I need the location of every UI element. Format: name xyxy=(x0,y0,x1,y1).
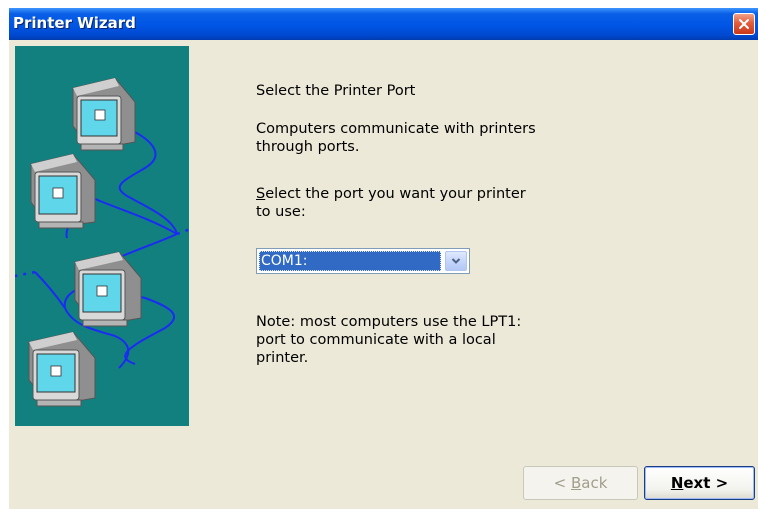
dropdown-button[interactable] xyxy=(445,251,467,271)
description-line: Computers communicate with printers xyxy=(256,121,536,137)
prompt-line: to use: xyxy=(256,204,306,220)
next-button[interactable]: Next > xyxy=(644,466,755,500)
back-button-accelerator: B xyxy=(570,474,582,492)
note-line: Note: most computers use the LPT1: xyxy=(256,314,522,330)
network-diagram xyxy=(14,77,194,407)
computer-icon xyxy=(72,77,136,151)
close-icon xyxy=(739,19,749,29)
prompt-accelerator: S xyxy=(256,186,266,202)
description-line: through ports. xyxy=(256,139,360,155)
close-button[interactable] xyxy=(733,13,755,35)
computer-icon xyxy=(74,251,142,327)
prompt-line: Select the port you want your printer xyxy=(256,185,526,203)
chevron-down-icon xyxy=(451,258,461,264)
note-text: Note: most computers use the LPT1: port … xyxy=(256,313,521,367)
back-button-prefix: < xyxy=(553,474,571,492)
back-button[interactable]: < Back xyxy=(523,466,638,500)
printer-wizard-window: Printer Wizard Select the Printer Port C… xyxy=(9,8,758,509)
page-heading: Select the Printer Port xyxy=(256,83,416,99)
next-button-accelerator: N xyxy=(670,474,684,492)
window-title: Printer Wizard xyxy=(13,14,136,32)
description-text: Computers communicate with printers thro… xyxy=(256,120,536,156)
next-button-label: ext > xyxy=(683,474,729,492)
title-bar[interactable]: Printer Wizard xyxy=(9,8,758,40)
computer-icon xyxy=(30,153,96,229)
back-button-label: ack xyxy=(581,474,608,492)
computer-network-illustration xyxy=(14,46,194,426)
port-select[interactable]: COM1: xyxy=(256,248,470,274)
port-prompt: Select the port you want your printer to… xyxy=(256,185,526,221)
computer-icon xyxy=(28,331,96,407)
note-line: printer. xyxy=(256,350,309,366)
prompt-text: elect the port you want your printer xyxy=(265,186,526,202)
note-line: port to communicate with a local xyxy=(256,332,496,348)
port-select-value[interactable]: COM1: xyxy=(259,251,441,271)
